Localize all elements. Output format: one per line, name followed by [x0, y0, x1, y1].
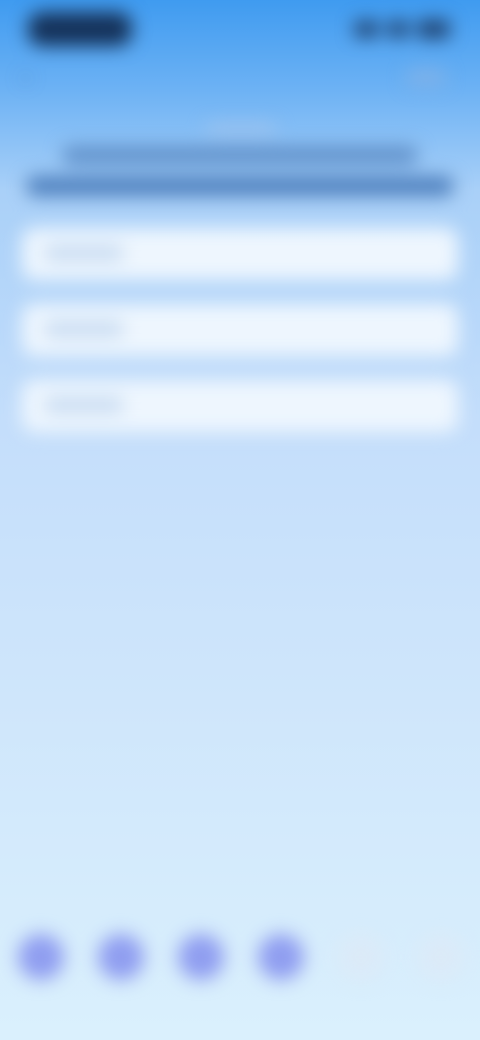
input-field-1[interactable] [22, 228, 458, 280]
progress-dots [18, 934, 464, 984]
back-arrow-icon[interactable]: ‹ [22, 66, 44, 88]
progress-dot-2 [98, 934, 144, 980]
progress-dot-3 [178, 934, 224, 980]
heading-eyebrow [206, 124, 276, 136]
battery-icon [416, 20, 450, 38]
status-time [28, 12, 132, 46]
wifi-icon [387, 21, 409, 37]
status-icons [354, 18, 450, 40]
input-field-3[interactable] [22, 380, 458, 432]
input-field-3-label [44, 398, 124, 412]
progress-dot-5 [338, 934, 384, 980]
input-field-2-label [44, 322, 124, 336]
signal-icon [354, 21, 380, 37]
progress-dot-6 [418, 934, 464, 980]
blurred-content: ‹ [0, 0, 480, 1040]
input-field-1-label [44, 246, 124, 260]
top-action-button[interactable] [406, 70, 446, 86]
heading-line-2 [26, 176, 454, 196]
heading-line-1 [62, 146, 418, 164]
input-field-2[interactable] [22, 304, 458, 356]
screen: ‹ [0, 0, 480, 1040]
progress-dot-1 [18, 934, 64, 980]
progress-dot-4 [258, 934, 304, 980]
